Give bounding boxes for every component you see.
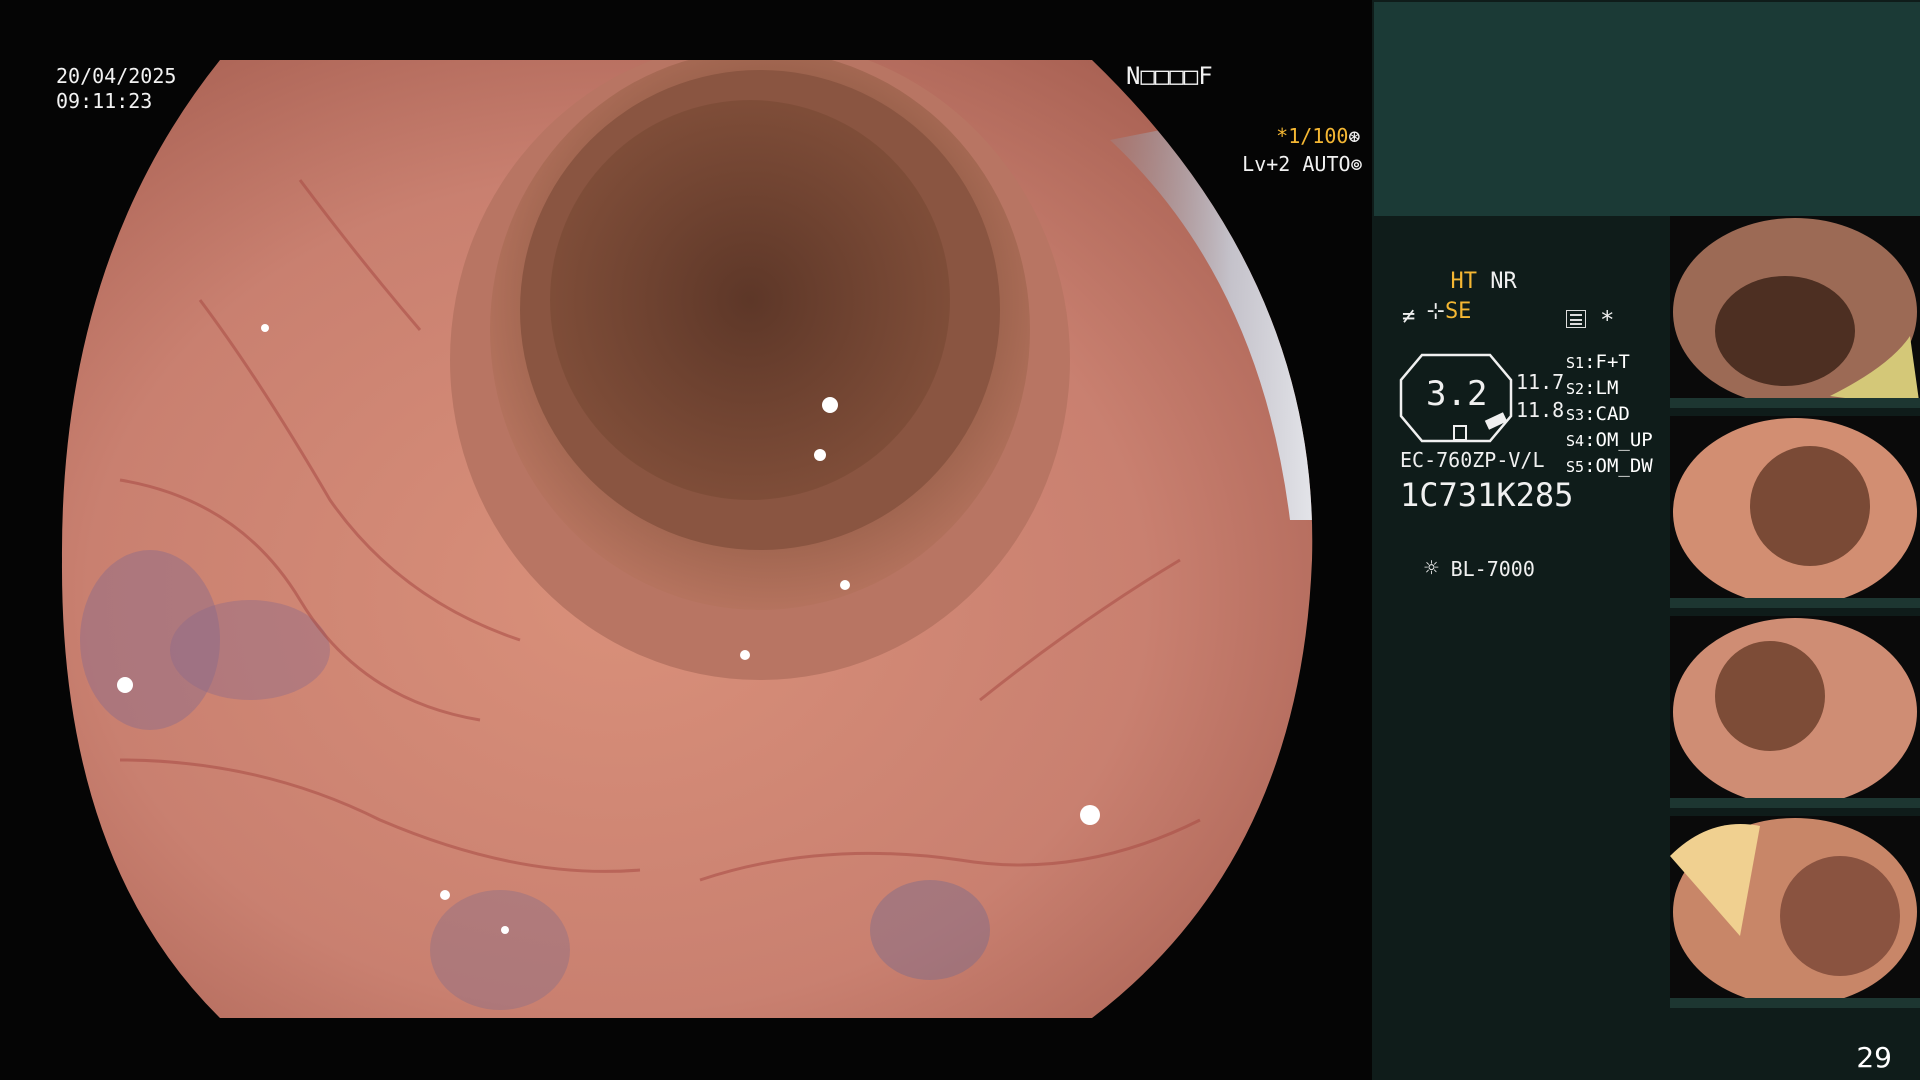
patient-code: N□□□□F xyxy=(1126,62,1213,90)
preset-list: S1:F+T S2:LM S3:CAD S4:OM_UP S5:OM_DW xyxy=(1566,350,1653,480)
filter-symbol: ≠ xyxy=(1402,304,1416,329)
nr-label: NR xyxy=(1490,269,1517,294)
page-number: 29 xyxy=(1856,1041,1892,1074)
sun-icon: ☼ xyxy=(1424,554,1439,582)
zoom-indicator: 3.2 xyxy=(1398,352,1514,448)
iris-icon: ⊚ xyxy=(1350,152,1363,176)
light-source: BL-7000 xyxy=(1450,557,1535,581)
value-b: 11.8 xyxy=(1516,398,1565,422)
thumbnail-1[interactable] xyxy=(1670,216,1920,408)
thumbnail-3[interactable] xyxy=(1670,616,1920,808)
preset-item: S1:F+T xyxy=(1566,351,1630,373)
brightness-level: Lv+2 AUTO xyxy=(1242,152,1351,176)
se-icon: ⊹ xyxy=(1426,299,1445,324)
exam-time: 09:11:23 xyxy=(56,89,153,113)
preset-item: S3:CAD xyxy=(1566,403,1630,425)
se-label: SE xyxy=(1444,299,1472,324)
value-a: 11.7 xyxy=(1516,370,1565,394)
preset-item: S2:LM xyxy=(1566,377,1619,399)
endoscopy-image: 20/04/2025 09:11:23 N□□□□F *1/100⊛ Lv+2 … xyxy=(0,0,1372,1080)
thumbnail-2[interactable] xyxy=(1670,416,1920,608)
asterisk-mark: * xyxy=(1600,306,1615,334)
settings-list-icon xyxy=(1566,310,1586,328)
exam-date: 20/04/2025 xyxy=(56,64,177,88)
light-source-row: ☼ BL-7000 xyxy=(1400,530,1535,582)
scope-model: EC-760ZP-V/L xyxy=(1400,448,1545,472)
level-row: Lv+2 AUTO⊚ xyxy=(1194,127,1363,202)
preset-item: S5:OM_DW xyxy=(1566,455,1653,477)
thumbnail-4[interactable] xyxy=(1670,816,1920,1008)
zoom-value: 3.2 xyxy=(1426,374,1488,414)
colon-lumen-image xyxy=(61,60,1313,1018)
side-panel-header xyxy=(1374,2,1920,216)
scope-serial: 1C731K285 xyxy=(1400,476,1574,514)
preset-item: S4:OM_UP xyxy=(1566,429,1653,451)
